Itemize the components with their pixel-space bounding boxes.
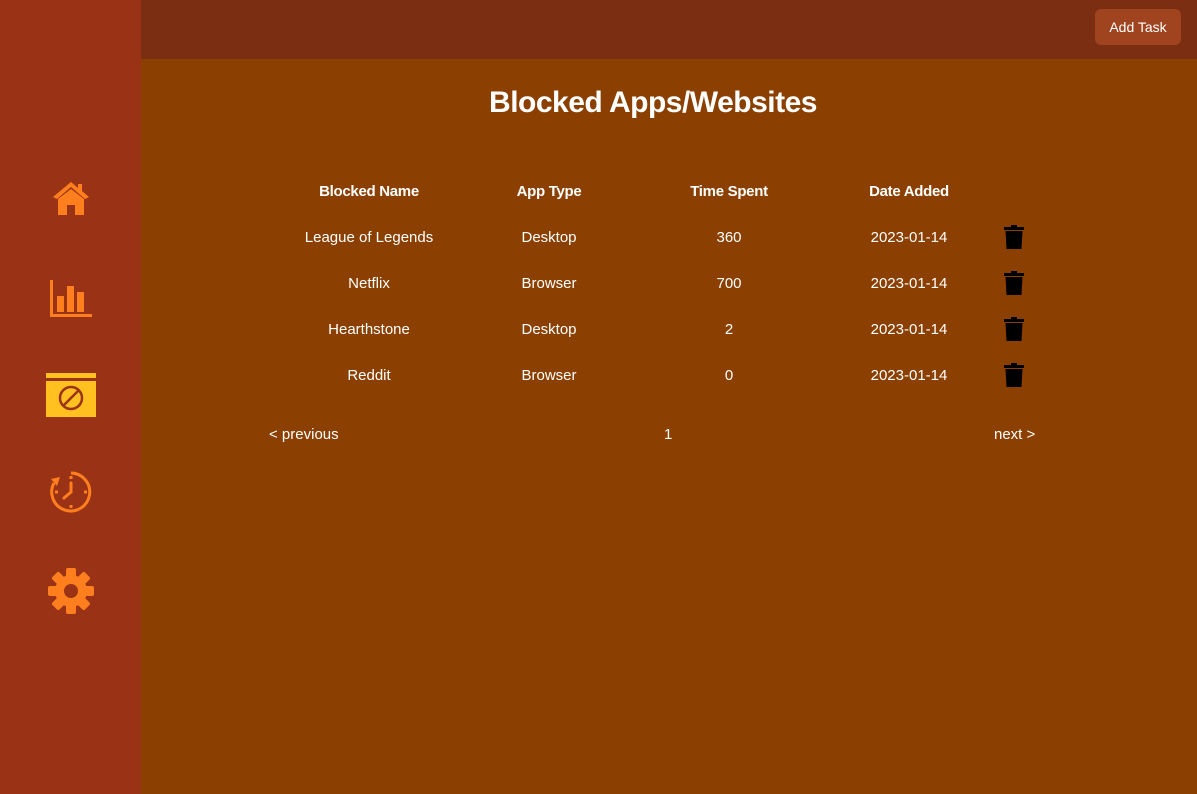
cell-app-type: Desktop [521, 228, 577, 246]
sidebar-item-stats[interactable] [0, 263, 141, 333]
cell-date-added: 2023-01-14 [870, 366, 948, 384]
cell-actions [999, 306, 1029, 352]
blocked-table: Blocked Name App Type Time Spent Date Ad… [279, 168, 1029, 398]
cell-blocked-name: Netflix [348, 274, 390, 292]
cell-blocked-name: League of Legends [304, 228, 434, 246]
sidebar-item-settings[interactable] [0, 556, 141, 626]
trash-icon[interactable] [1004, 225, 1024, 249]
cell-actions [999, 260, 1029, 306]
add-task-button[interactable]: Add Task [1095, 9, 1181, 45]
cell-date-added: 2023-01-14 [870, 320, 948, 338]
sidebar [0, 0, 141, 794]
table-row: Reddit Browser 0 2023-01-14 [279, 352, 1029, 398]
cell-actions [999, 352, 1029, 398]
trash-icon[interactable] [1004, 363, 1024, 387]
timer-icon [49, 471, 91, 513]
column-header-actions [999, 168, 1029, 214]
table-header-row: Blocked Name App Type Time Spent Date Ad… [279, 168, 1029, 214]
cell-app-type: Browser [521, 366, 577, 384]
previous-page-link[interactable]: < previous [269, 426, 339, 443]
column-header-blocked-name: Blocked Name [319, 182, 419, 200]
current-page-number: 1 [664, 426, 673, 443]
cell-blocked-name: Reddit [347, 366, 391, 384]
table-row: Hearthstone Desktop 2 2023-01-14 [279, 306, 1029, 352]
cell-date-added: 2023-01-14 [870, 228, 948, 246]
page-title: Blocked Apps/Websites [489, 86, 817, 119]
sidebar-item-blocked[interactable] [0, 360, 141, 430]
column-header-time-spent: Time Spent [690, 182, 768, 200]
cell-actions [999, 214, 1029, 260]
bar-chart-icon [49, 280, 92, 317]
table-row: Netflix Browser 700 2023-01-14 [279, 260, 1029, 306]
home-icon [52, 182, 89, 215]
cell-app-type: Browser [521, 274, 577, 292]
trash-icon[interactable] [1004, 317, 1024, 341]
table-row: League of Legends Desktop 360 2023-01-14 [279, 214, 1029, 260]
column-header-date-added: Date Added [869, 182, 949, 200]
gear-icon [47, 568, 94, 614]
sidebar-item-timer[interactable] [0, 457, 141, 527]
cell-app-type: Desktop [521, 320, 577, 338]
column-header-app-type: App Type [516, 182, 582, 200]
trash-icon[interactable] [1004, 271, 1024, 295]
sidebar-item-home[interactable] [0, 163, 141, 233]
cell-time-spent: 2 [724, 320, 734, 338]
cell-time-spent: 360 [716, 228, 742, 246]
top-bar: Add Task [141, 0, 1197, 59]
cell-date-added: 2023-01-14 [870, 274, 948, 292]
cell-time-spent: 0 [724, 366, 734, 384]
cell-blocked-name: Hearthstone [328, 320, 410, 338]
blocked-window-icon [45, 373, 96, 417]
next-page-link[interactable]: next > [994, 426, 1035, 443]
cell-time-spent: 700 [716, 274, 742, 292]
